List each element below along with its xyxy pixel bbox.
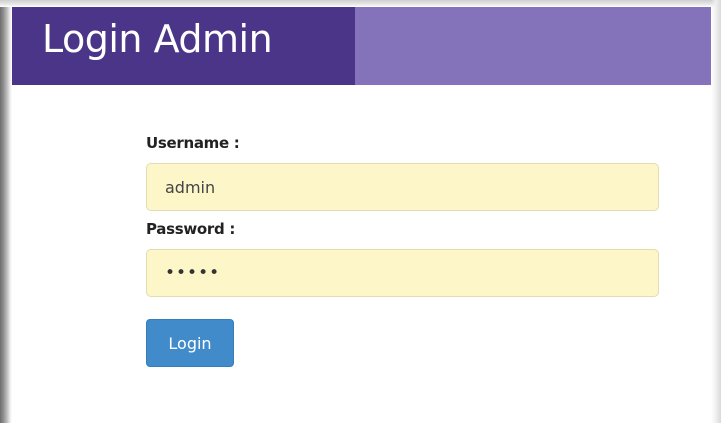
login-button[interactable]: Login [146, 319, 234, 367]
login-page: Login Admin Username : Password : Login [0, 0, 721, 423]
window-top-border [0, 0, 721, 7]
header-title-block: Login Admin [12, 7, 355, 85]
page-title: Login Admin [42, 17, 273, 61]
password-label: Password : [146, 220, 236, 238]
password-input[interactable] [146, 249, 659, 297]
username-input[interactable] [146, 163, 659, 211]
username-label: Username : [146, 134, 240, 152]
window-left-border [0, 0, 12, 423]
login-form: Username : Password : Login [146, 133, 659, 367]
header-bar: Login Admin [12, 7, 711, 85]
window-right-shadow [711, 0, 721, 423]
